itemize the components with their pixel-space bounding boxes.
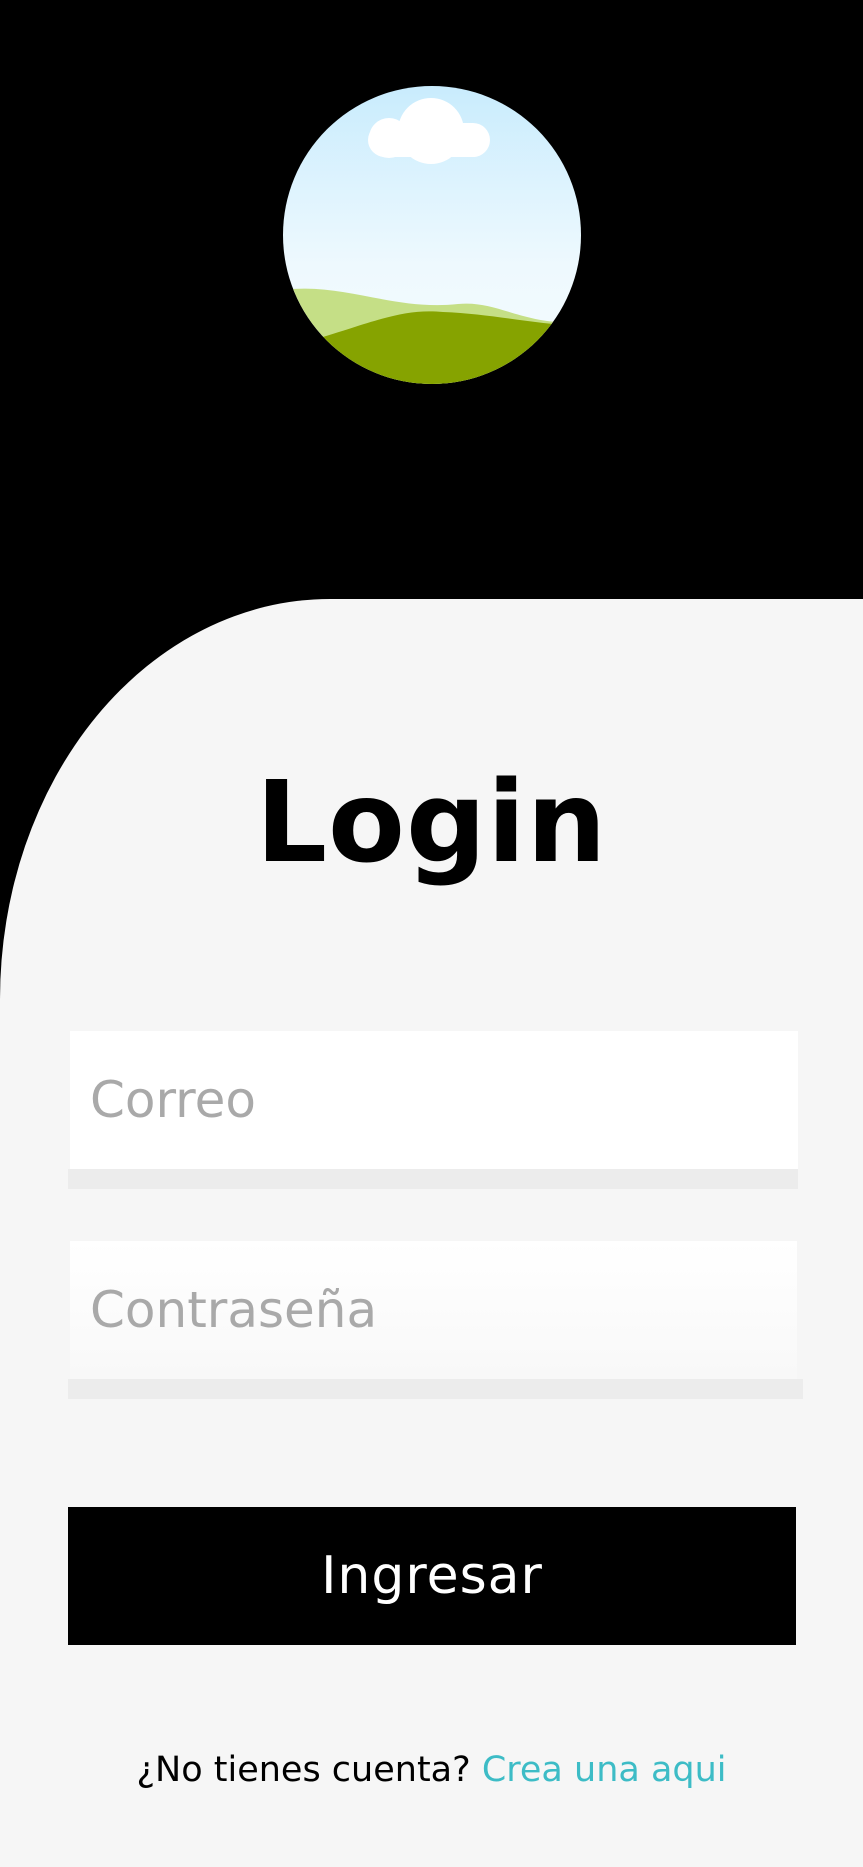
email-field[interactable] bbox=[70, 1031, 798, 1169]
login-button[interactable]: Ingresar bbox=[68, 1507, 796, 1645]
signup-prompt-text: ¿No tienes cuenta? bbox=[136, 1750, 471, 1790]
login-screen: Login Ingresar ¿No tienes cuenta? Crea u… bbox=[0, 0, 863, 1867]
password-field-container bbox=[68, 1241, 803, 1399]
password-field-shadow bbox=[68, 1379, 803, 1399]
page-title: Login bbox=[255, 758, 608, 888]
signup-link[interactable]: Crea una aqui bbox=[482, 1750, 727, 1790]
avatar-image bbox=[283, 86, 581, 384]
password-field[interactable] bbox=[70, 1241, 797, 1379]
email-field-shadow bbox=[68, 1169, 798, 1189]
signup-prompt-row: ¿No tienes cuenta? Crea una aqui bbox=[0, 1745, 863, 1795]
landscape-placeholder-icon bbox=[283, 86, 581, 384]
email-field-container bbox=[68, 1031, 798, 1189]
